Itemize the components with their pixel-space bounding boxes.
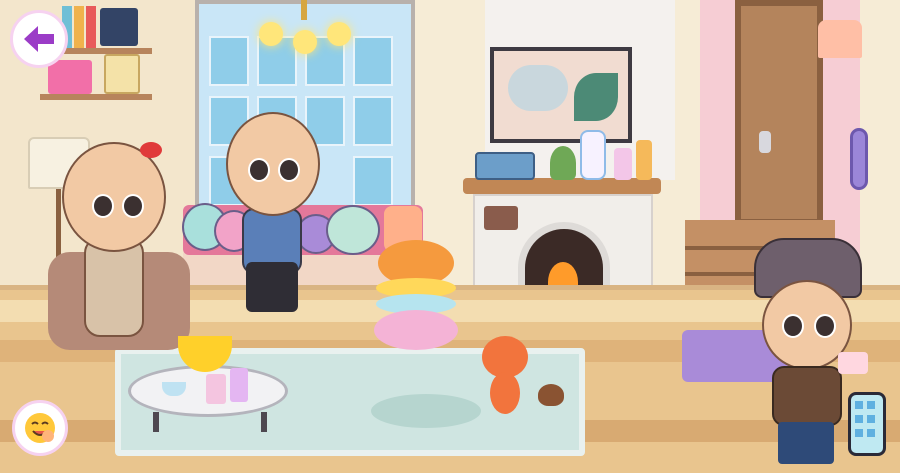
table-candle-lilac[interactable]: [230, 368, 248, 402]
potted-plant[interactable]: [550, 146, 576, 180]
emote-button[interactable]: [12, 400, 68, 456]
wall-sconce-lamp[interactable]: [818, 20, 862, 58]
cushion-pink[interactable]: [374, 310, 458, 350]
pet-food-bowl[interactable]: [838, 352, 868, 374]
grandma-head: [62, 142, 166, 252]
ceiling-chandelier[interactable]: [255, 0, 355, 60]
character-grandma[interactable]: [58, 142, 170, 347]
emoji-face-icon: [25, 413, 55, 443]
unicorn-figurine[interactable]: [580, 130, 606, 180]
table-candle-pink[interactable]: [206, 374, 226, 404]
book[interactable]: [74, 6, 84, 48]
leaf-painting[interactable]: [490, 47, 632, 143]
phone-icon: [855, 401, 875, 437]
man-jeans: [778, 422, 834, 464]
cat-body: [490, 372, 520, 414]
character-grandpa[interactable]: [220, 112, 324, 322]
book[interactable]: [86, 6, 96, 48]
record-player[interactable]: [475, 152, 535, 180]
mantel-shelf: [463, 178, 661, 194]
door[interactable]: [735, 0, 823, 225]
hair-bow-icon: [140, 142, 162, 158]
fireplace-brick: [484, 206, 518, 230]
man-jacket: [772, 366, 842, 426]
grandpa-pants: [246, 262, 298, 312]
portrait-frame[interactable]: [104, 54, 140, 94]
wall-shelf-lower: [40, 94, 152, 100]
grandma-dress: [84, 237, 144, 337]
door-handle[interactable]: [759, 131, 771, 153]
picture-frame-dark[interactable]: [100, 8, 138, 46]
poop-icon[interactable]: [538, 384, 564, 406]
candle-pink[interactable]: [614, 148, 632, 180]
candle-orange[interactable]: [636, 140, 652, 180]
pink-storage-box[interactable]: [48, 60, 92, 94]
phone-button[interactable]: [848, 392, 886, 456]
pillow-mint[interactable]: [326, 205, 380, 255]
wall-mirror[interactable]: [850, 128, 868, 190]
grandpa-head: [226, 112, 320, 216]
back-button[interactable]: [10, 10, 68, 68]
back-arrow-icon: [24, 26, 54, 52]
character-cat[interactable]: [476, 336, 534, 416]
game-scene: [0, 0, 900, 473]
